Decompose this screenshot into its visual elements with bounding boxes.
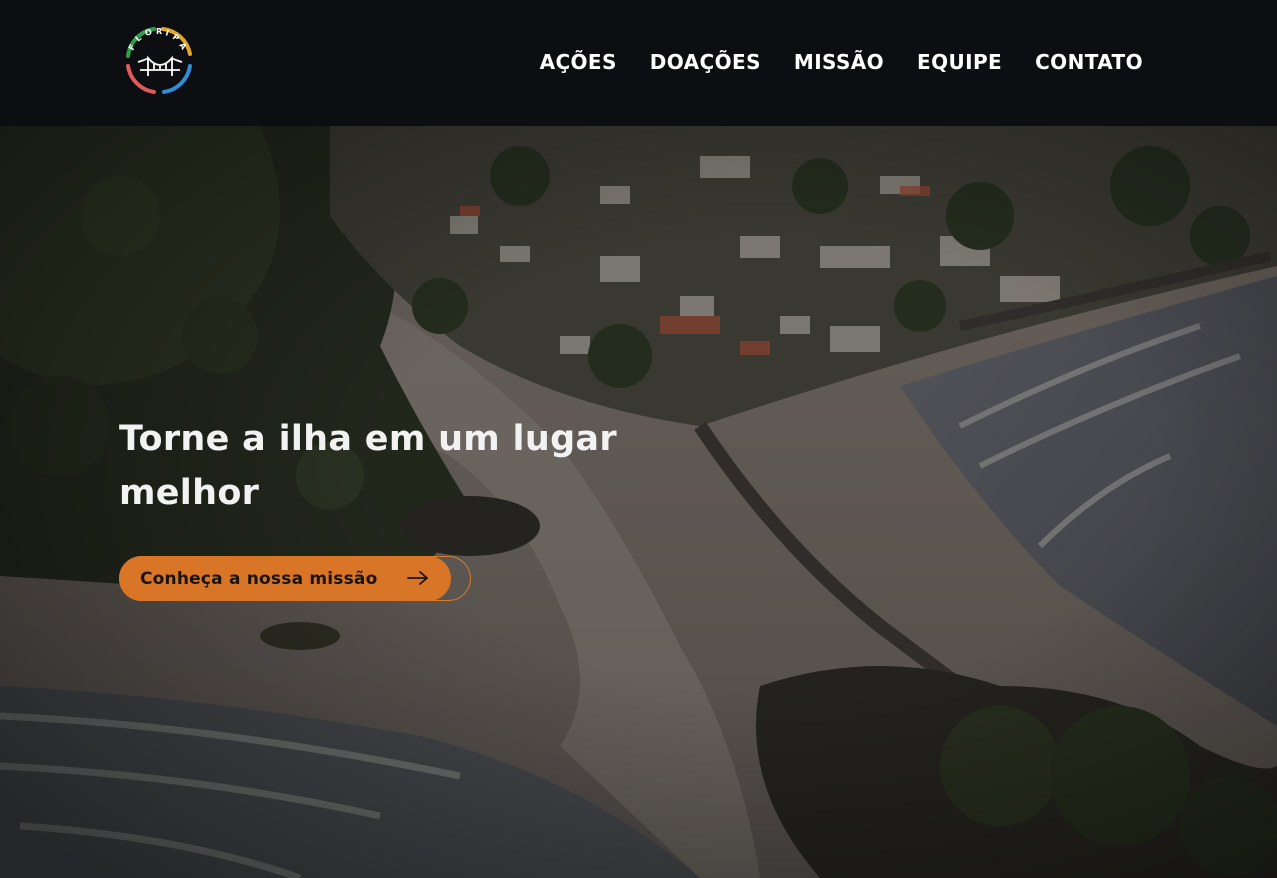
hero-headline: Torne a ilha em um lugar melhor bbox=[119, 419, 617, 513]
top-navigation-bar: F L O R I P A AÇÕES DOAÇÕES MISSÃO EQUIP… bbox=[0, 0, 1277, 126]
nav-link-contato[interactable]: CONTATO bbox=[1035, 46, 1143, 78]
nav-link-missao[interactable]: MISSÃO bbox=[794, 46, 884, 78]
cta-label: Conheça a nossa missão bbox=[140, 568, 378, 589]
arrow-right-icon bbox=[407, 571, 428, 585]
main-menu: AÇÕES DOAÇÕES MISSÃO EQUIPE CONTATO bbox=[507, 46, 1143, 78]
bridge-icon bbox=[137, 55, 183, 76]
nav-link-doacoes[interactable]: DOAÇÕES bbox=[650, 46, 761, 78]
nav-link-equipe[interactable]: EQUIPE bbox=[917, 46, 1002, 78]
logo-graphic: F L O R I P A bbox=[126, 27, 192, 94]
nav-link-acoes[interactable]: AÇÕES bbox=[540, 46, 617, 78]
svg-text:R: R bbox=[156, 27, 162, 36]
svg-text:P: P bbox=[171, 32, 181, 43]
floripa-logo[interactable]: F L O R I P A bbox=[118, 18, 200, 104]
hero-section: Torne a ilha em um lugar melhor Conheça … bbox=[0, 126, 1277, 878]
cta-missao-button[interactable]: Conheça a nossa missão bbox=[119, 556, 451, 601]
